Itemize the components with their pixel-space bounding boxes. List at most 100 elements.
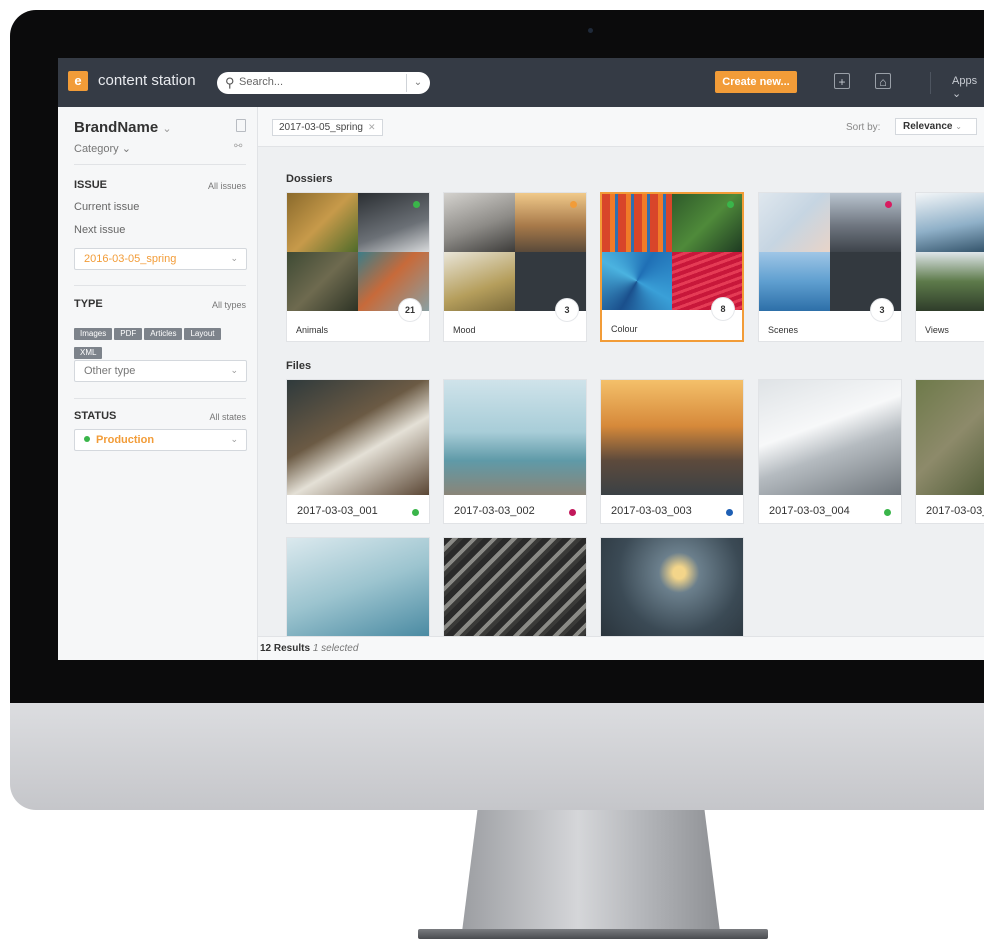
dossier-thumbnail: [759, 193, 901, 311]
type-chip-images[interactable]: Images: [74, 328, 113, 340]
file-card[interactable]: [443, 537, 587, 637]
active-filter-chip[interactable]: 2017-03-05_spring ✕: [272, 119, 383, 136]
status-select-value: Production: [84, 434, 154, 446]
issue-select[interactable]: 2016-03-05_spring ⌄: [74, 248, 247, 270]
divider: [74, 398, 246, 399]
app-logo-icon[interactable]: e: [68, 71, 88, 91]
share-icon[interactable]: ⚯: [234, 141, 242, 152]
file-name: 2017-03-03_001: [297, 505, 378, 517]
file-card[interactable]: 2017-03-03_001: [286, 379, 430, 524]
status-dot: [84, 436, 90, 442]
next-issue-option[interactable]: Next issue: [74, 224, 125, 236]
document-icon[interactable]: [236, 119, 246, 132]
file-thumbnail: [601, 380, 743, 495]
current-issue-option[interactable]: Current issue: [74, 201, 139, 213]
file-card[interactable]: [600, 537, 744, 637]
other-type-select[interactable]: Other type ⌄: [74, 360, 247, 382]
item-count-badge: 3: [556, 299, 578, 321]
thumb-image: [287, 193, 358, 252]
sort-label: Sort by:: [846, 122, 881, 133]
status-dot: [726, 509, 733, 516]
file-card[interactable]: [286, 537, 430, 637]
category-selector[interactable]: Category ⌄: [74, 142, 131, 155]
apps-menu[interactable]: Apps ⌄: [952, 75, 984, 100]
file-thumbnail: [287, 380, 429, 495]
results-area: 2017-03-05_spring ✕ Sort by: Relevance ⌄ …: [258, 107, 984, 660]
status-dot: [570, 201, 577, 208]
chevron-down-icon: ⌄: [230, 253, 238, 263]
create-new-button[interactable]: Create new...: [715, 71, 797, 93]
thumb-image: [444, 193, 515, 252]
sort-value: Relevance: [903, 121, 953, 132]
type-chip-layout[interactable]: Layout: [184, 328, 221, 340]
thumb-image: [444, 252, 515, 311]
file-card[interactable]: 2017-03-03_004: [758, 379, 902, 524]
type-chip-pdf[interactable]: PDF: [114, 328, 143, 340]
monitor-stand: [462, 810, 720, 932]
thumb-image: [759, 193, 830, 252]
all-states-link[interactable]: All states: [209, 412, 246, 422]
chevron-down-icon: ⌄: [162, 123, 172, 135]
thumb-image: [602, 194, 672, 252]
status-dot: [413, 201, 420, 208]
upload-icon[interactable]: +: [834, 73, 850, 89]
category-label: Category: [74, 143, 119, 155]
status-select[interactable]: Production ⌄: [74, 429, 247, 451]
item-count-badge: 3: [871, 299, 893, 321]
close-icon[interactable]: ✕: [368, 122, 376, 132]
search-divider: [406, 74, 407, 92]
dossier-name: Colour: [611, 324, 638, 334]
file-card[interactable]: 2017-03-03_003: [600, 379, 744, 524]
dossier-name: Scenes: [768, 325, 799, 335]
dossier-card[interactable]: Views: [915, 192, 984, 342]
dossier-name: Views: [925, 325, 949, 335]
brand-selector[interactable]: BrandName ⌄: [74, 119, 172, 136]
thumb-image: [916, 252, 984, 311]
status-dot: [885, 201, 892, 208]
files-heading: Files: [286, 360, 312, 372]
issue-select-value: 2016-03-05_spring: [84, 253, 177, 265]
file-name: 2017-03-03_004: [769, 505, 850, 517]
type-chip-xml[interactable]: XML: [74, 347, 103, 359]
item-count-badge: 21: [399, 299, 421, 321]
file-card[interactable]: 2017-03-03_002: [443, 379, 587, 524]
status-dot: [412, 509, 419, 516]
all-types-link[interactable]: All types: [212, 300, 246, 310]
file-thumbnail: [759, 380, 901, 495]
dossier-thumbnail: [287, 193, 429, 311]
sort-select[interactable]: Relevance ⌄: [895, 118, 977, 135]
type-chip-articles[interactable]: Articles: [144, 328, 183, 340]
file-card[interactable]: 2017-03-03_: [915, 379, 984, 524]
app-screen: e content station ⚲ Search... ⌄ Create n…: [58, 58, 984, 660]
dossiers-heading: Dossiers: [286, 173, 333, 185]
inbox-icon[interactable]: ⌂: [875, 73, 891, 89]
filter-sidebar: BrandName ⌄ Category ⌄ ⚯ ISSUE All issue…: [58, 107, 258, 660]
status-dot: [884, 509, 891, 516]
type-chips: Images PDF Articles Layout XML: [74, 323, 248, 361]
dossier-card[interactable]: 3 Mood: [443, 192, 587, 342]
monitor-chin: [10, 703, 984, 810]
search-input[interactable]: ⚲ Search... ⌄: [217, 72, 430, 94]
file-name: 2017-03-03_: [926, 505, 984, 517]
status-value-text: Production: [96, 434, 155, 446]
search-icon: ⚲: [225, 75, 235, 90]
filter-bar: 2017-03-05_spring ✕ Sort by: Relevance ⌄: [258, 107, 984, 147]
dossier-name: Mood: [453, 325, 476, 335]
thumb-image: [916, 193, 984, 252]
dossier-name: Animals: [296, 325, 329, 335]
dossier-thumbnail: [444, 193, 586, 311]
type-section-title: TYPE: [74, 298, 103, 310]
chevron-down-icon: ⌄: [230, 434, 238, 444]
top-bar: e content station ⚲ Search... ⌄ Create n…: [58, 58, 984, 107]
all-issues-link[interactable]: All issues: [208, 181, 246, 191]
dossier-card[interactable]: 3 Scenes: [758, 192, 902, 342]
dossier-thumbnail: [602, 194, 742, 310]
dossier-thumbnail: [916, 193, 984, 311]
issue-section-title: ISSUE: [74, 179, 108, 191]
webcam: [588, 28, 593, 33]
dossier-card-selected[interactable]: 8 Colour: [600, 192, 744, 342]
dossier-card[interactable]: 21 Animals: [286, 192, 430, 342]
chevron-down-icon[interactable]: ⌄: [409, 74, 427, 92]
status-dot: [727, 201, 734, 208]
search-placeholder: Search...: [239, 76, 284, 88]
